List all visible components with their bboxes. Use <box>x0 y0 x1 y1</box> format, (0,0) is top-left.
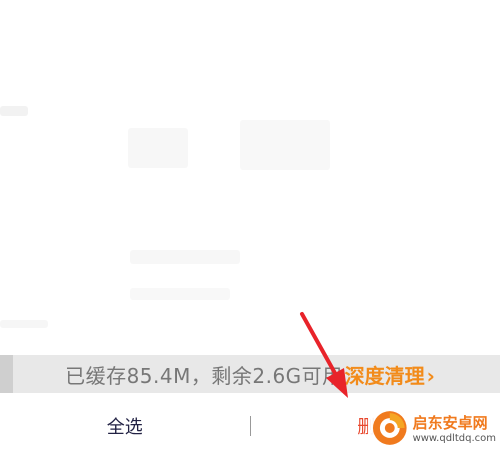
storage-status-bar: 已缓存85.4M，剩余2.6G可用 深度清理 › <box>0 355 500 393</box>
storage-bar-edge <box>0 355 13 393</box>
blurred-item <box>130 250 240 264</box>
watermark-title: 启东安卓网 <box>412 414 488 432</box>
watermark-text: 启东安卓网 www.qdltdq.com <box>413 412 496 444</box>
deep-clean-label: 深度清理 <box>344 363 425 388</box>
watermark-logo-icon <box>372 411 407 445</box>
storage-status-text: 已缓存85.4M，剩余2.6G可用 <box>65 363 343 388</box>
chevron-right-icon: › <box>426 363 435 388</box>
blurred-item <box>128 128 188 168</box>
blurred-item <box>130 288 230 300</box>
watermark-url: www.qdltdq.com <box>412 433 496 444</box>
cached-content-area <box>0 0 500 355</box>
deep-clean-link[interactable]: 深度清理 › <box>345 360 435 389</box>
blurred-item <box>0 106 28 116</box>
blurred-item <box>0 320 48 328</box>
select-all-button[interactable]: 全选 <box>0 413 250 439</box>
app-screen: 已缓存85.4M，剩余2.6G可用 深度清理› 全选 删除 启东安卓网 www.… <box>0 0 500 458</box>
watermark: 启东安卓网 www.qdltdq.com <box>368 402 496 454</box>
blurred-item <box>240 120 330 170</box>
